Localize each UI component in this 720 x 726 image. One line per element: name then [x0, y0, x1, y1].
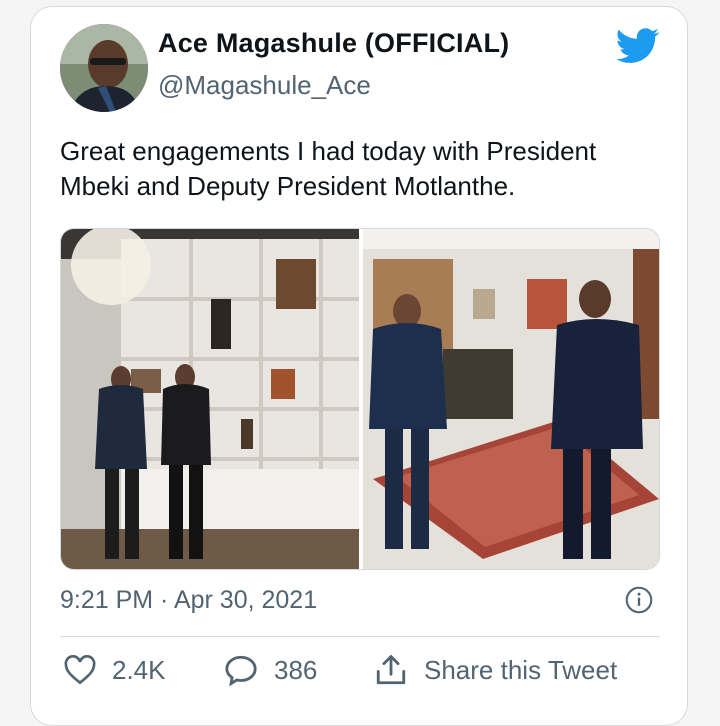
- reply-button[interactable]: 386: [224, 650, 317, 690]
- avatar-photo: [60, 24, 148, 112]
- info-icon[interactable]: [625, 586, 653, 614]
- like-count: 2.4K: [112, 654, 166, 685]
- divider: [60, 636, 660, 637]
- author-handle[interactable]: @Magashule_Ace: [158, 70, 371, 101]
- tweet-photo-office[interactable]: [363, 229, 659, 569]
- heart-icon: [64, 655, 96, 685]
- like-button[interactable]: 2.4K: [64, 650, 166, 690]
- share-upload-icon: [376, 655, 406, 685]
- author-name[interactable]: Ace Magashule (OFFICIAL): [158, 28, 509, 59]
- reply-count: 386: [274, 654, 318, 685]
- tweet-timestamp[interactable]: 9:21 PM · Apr 30, 2021: [60, 586, 317, 615]
- reply-bubble-icon: [225, 655, 257, 686]
- tweet-photo-bookshelf[interactable]: [61, 229, 359, 569]
- share-label: Share this Tweet: [424, 654, 618, 685]
- tweet-media[interactable]: [60, 228, 660, 570]
- tweet-text: Great engagements I had today with Presi…: [60, 136, 597, 201]
- avatar[interactable]: [60, 24, 148, 112]
- share-button[interactable]: Share this Tweet: [374, 650, 617, 690]
- twitter-bird-icon[interactable]: [616, 28, 660, 64]
